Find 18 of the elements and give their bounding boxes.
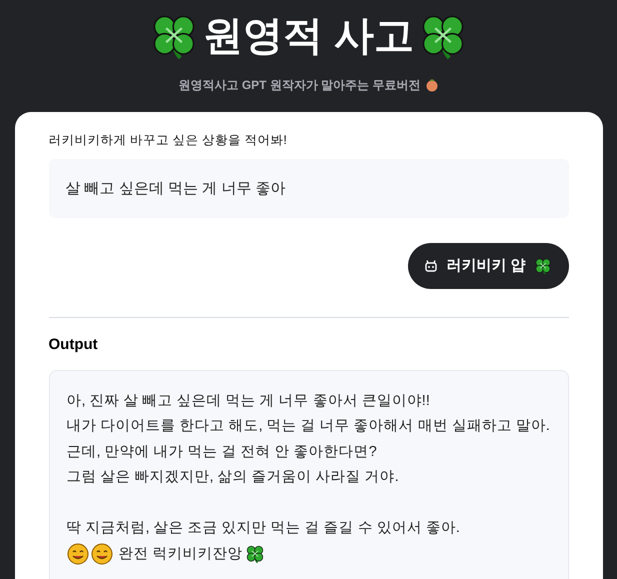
clover-icon <box>244 544 265 564</box>
page-subtitle: 원영적사고 GPT 원작자가 말아주는 무료버전 <box>178 77 420 94</box>
clover-icon <box>534 257 552 275</box>
input-label: 러키비키하게 바꾸고 싶은 상황을 적어봐! <box>48 132 288 148</box>
output-line: 딱 지금처럼, 살은 조금 있지만 먹는 걸 즐길 수 있어서 좋아. <box>66 519 461 538</box>
output-line: 완전 럭키비키잔앙 <box>118 544 243 564</box>
smiling-face-icon <box>90 543 112 566</box>
submit-button[interactable]: 러키비키 얍 <box>408 243 568 289</box>
page-title: 원영적 사고 <box>202 13 414 60</box>
output-heading: Output <box>48 335 99 355</box>
peach-icon <box>424 78 438 92</box>
output-line: 근데, 만약에 내가 먹는 걸 전혀 안 좋아한다면? <box>66 442 378 462</box>
smiling-face-icon <box>66 543 88 566</box>
output-line: 내가 다이어트를 한다고 해도, 먹는 걸 너무 좋아해서 매번 실패하고 말아. <box>66 417 550 436</box>
robot-icon <box>424 259 438 273</box>
situation-field[interactable]: 살 빼고 싶은데 먹는 게 너무 좋아 <box>48 159 568 218</box>
output-line: 그럼 살은 빠지겠지만, 삶의 즐거움이 사라질 거야. <box>66 468 400 487</box>
output-line: 아, 진짜 살 빼고 싶은데 먹는 게 너무 좋아서 큰일이야!! <box>66 392 431 410</box>
